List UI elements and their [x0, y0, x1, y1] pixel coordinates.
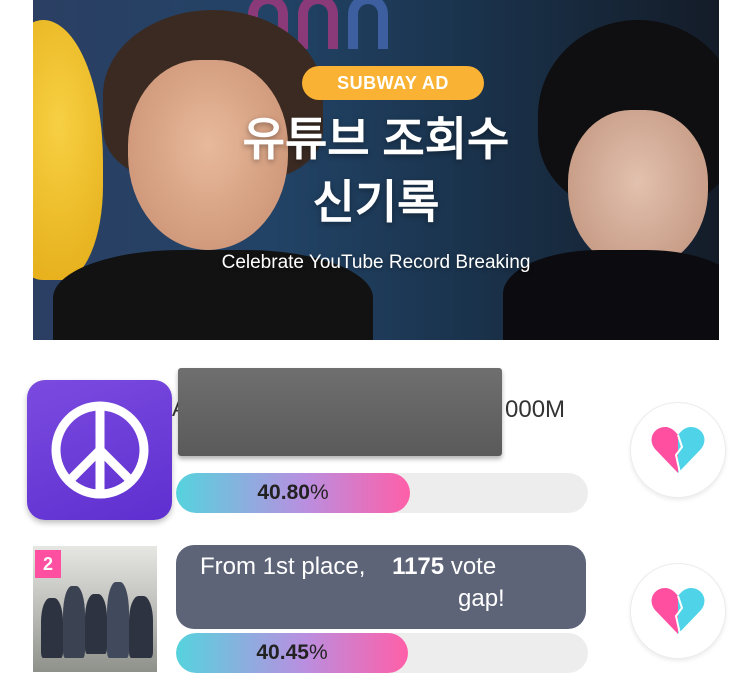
- rank1-name-suffix: 000M: [505, 396, 566, 423]
- rank2-percent: 40.45%: [256, 641, 328, 664]
- banner-title-line2: 신기록: [312, 176, 440, 228]
- rank2-progress-fill: 40.45%: [176, 633, 408, 673]
- vote-heart-button[interactable]: [630, 563, 726, 659]
- vote-gap-tooltip: From 1st place, 1175 vote gap!: [176, 545, 586, 629]
- rank1-progress-fill: 40.80%: [176, 473, 410, 513]
- vote-heart-button[interactable]: [630, 402, 726, 498]
- redacted-name-box: [178, 368, 502, 456]
- rank1-percent: 40.80%: [257, 481, 329, 504]
- banner-decor-arch: [348, 0, 388, 49]
- tooltip-line2: gap!: [458, 585, 505, 612]
- banner-decor-arch: [298, 0, 338, 49]
- rank2-progress-bar: 40.45%: [176, 633, 588, 673]
- tooltip-line1: From 1st place, 1175 vote: [200, 553, 497, 580]
- banner-subtitle: Celebrate YouTube Record Breaking: [221, 252, 531, 273]
- banner-title-line1: 유튜브 조회수: [242, 113, 510, 165]
- heart-icon: [651, 588, 705, 635]
- subway-ad-badge: SUBWAY AD: [302, 66, 484, 100]
- peace-icon-svg: [51, 401, 148, 499]
- heart-icon: [651, 427, 705, 474]
- peace-icon[interactable]: [27, 380, 172, 520]
- subway-ad-banner[interactable]: SUBWAY AD 유튜브 조회수 신기록 Celebrate YouTube …: [33, 0, 719, 340]
- rank-badge: 2: [35, 550, 61, 578]
- rank1-progress-bar: 40.80%: [176, 473, 588, 513]
